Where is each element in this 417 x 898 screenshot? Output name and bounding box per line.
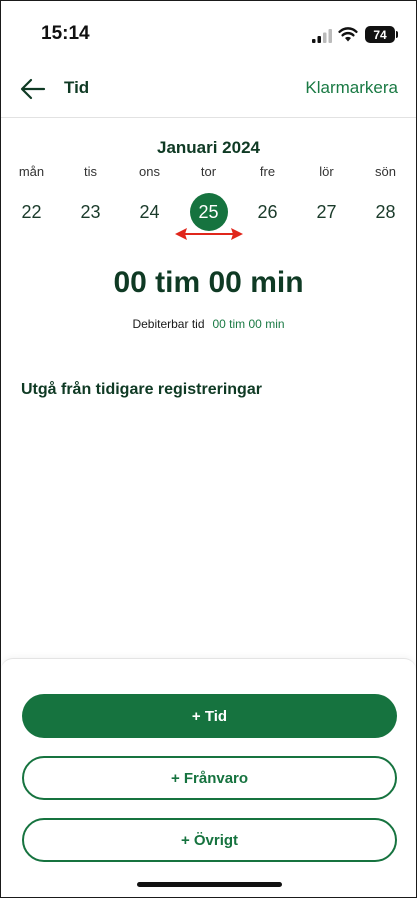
weekday-label: sön xyxy=(375,164,396,179)
week-strip: mån 22 tis 23 ons 24 tor 25 fre 26 lör 2… xyxy=(2,161,415,231)
status-time: 15:14 xyxy=(41,23,90,44)
day-column-wed[interactable]: ons 24 xyxy=(120,161,179,231)
nav-header: Tid Klarmarkera xyxy=(1,61,416,118)
previous-registrations-heading: Utgå från tidigare registreringar xyxy=(21,381,262,398)
day-column-mon[interactable]: mån 22 xyxy=(2,161,61,231)
day-column-fri[interactable]: fre 26 xyxy=(238,161,297,231)
day-column-sun[interactable]: sön 28 xyxy=(356,161,415,231)
klarmarkera-button[interactable]: Klarmarkera xyxy=(305,78,398,98)
wifi-icon xyxy=(338,27,358,42)
home-indicator[interactable] xyxy=(137,882,282,887)
day-column-sat[interactable]: lör 27 xyxy=(297,161,356,231)
battery-icon: 74 xyxy=(365,26,395,43)
bottom-action-sheet: + Tid + Frånvaro + Övrigt xyxy=(1,658,416,897)
weekday-label: mån xyxy=(18,164,45,179)
calendar-month-title: Januari 2024 xyxy=(156,138,260,157)
add-other-button[interactable]: + Övrigt xyxy=(22,818,397,862)
add-time-button[interactable]: + Tid xyxy=(22,694,397,738)
billable-label: Debiterbar tid xyxy=(132,317,205,331)
phone-screen: 15:14 74 Tid Klarmarkera Januari 2024 må… xyxy=(0,0,417,898)
day-number[interactable]: 26 xyxy=(249,193,287,231)
weekday-label: ons xyxy=(139,164,160,179)
battery-tip xyxy=(396,31,398,38)
day-number[interactable]: 22 xyxy=(13,193,51,231)
back-arrow-icon[interactable] xyxy=(19,75,47,103)
weekday-label: tor xyxy=(200,164,217,179)
day-column-thu[interactable]: tor 25 xyxy=(179,161,238,231)
battery-level: 74 xyxy=(373,27,387,42)
day-column-tue[interactable]: tis 23 xyxy=(61,161,120,231)
day-number[interactable]: 28 xyxy=(367,193,405,231)
day-number[interactable]: 24 xyxy=(131,193,169,231)
total-time: 00 tim 00 min xyxy=(113,266,304,299)
billable-value: 00 tim 00 min xyxy=(212,317,285,331)
weekday-label: lör xyxy=(319,164,334,179)
day-number[interactable]: 23 xyxy=(72,193,110,231)
weekday-label: tis xyxy=(84,164,97,179)
status-bar: 15:14 74 xyxy=(1,1,416,61)
add-absence-button[interactable]: + Frånvaro xyxy=(22,756,397,800)
day-number[interactable]: 27 xyxy=(308,193,346,231)
cellular-signal-icon xyxy=(312,29,332,43)
weekday-label: fre xyxy=(259,164,276,179)
billable-time: Debiterbar tid 00 tim 00 min xyxy=(1,317,416,331)
page-title: Tid xyxy=(64,78,90,97)
swipe-hint-arrow-icon xyxy=(175,228,243,240)
